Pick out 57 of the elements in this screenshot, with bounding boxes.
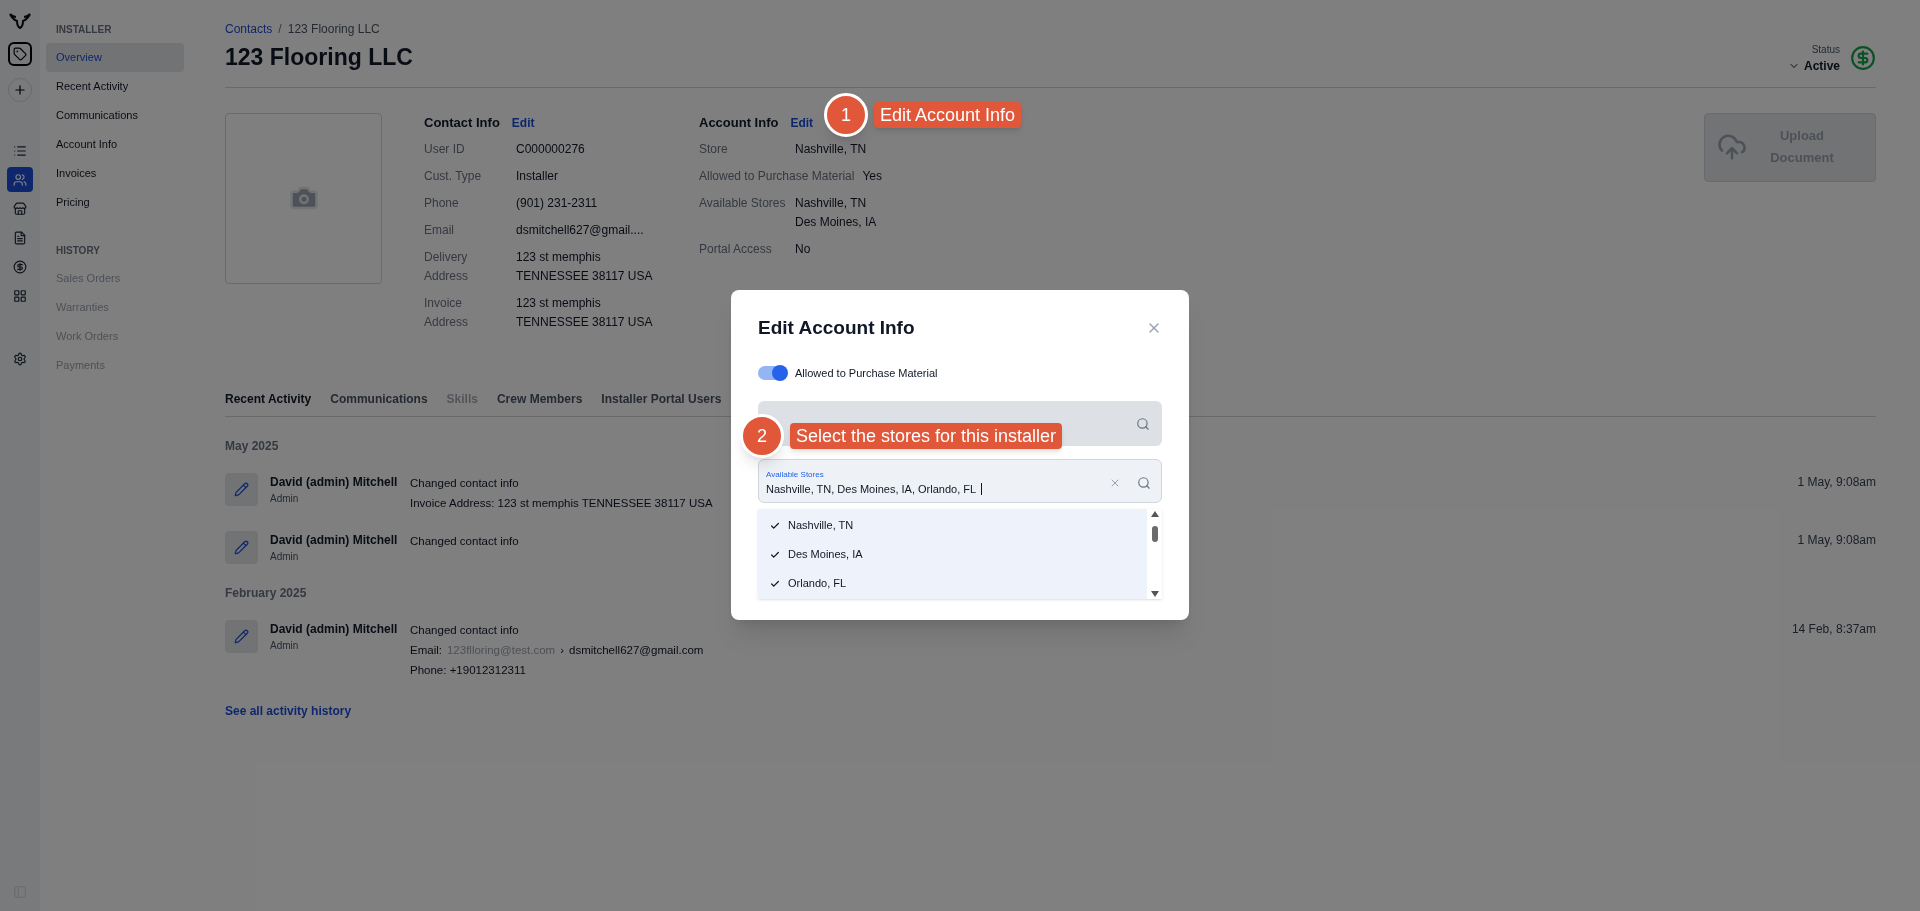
breadcrumb-current: 123 Flooring LLC — [287, 21, 380, 38]
field-value: Installer — [516, 168, 559, 185]
user-role: Admin — [270, 550, 300, 564]
step-number-tooltip: 1 — [824, 93, 868, 137]
field-label: User ID — [424, 141, 466, 158]
activity-time: 14 Feb, 8:37am — [1791, 621, 1876, 638]
field-label: Email — [424, 222, 455, 239]
change-arrow: › — [560, 643, 564, 658]
user-name: David (admin) Mitchell — [270, 532, 399, 549]
page-title: 123 Flooring LLC — [225, 43, 413, 72]
field-label: Portal Access — [699, 241, 773, 258]
new-value: dsmitchell627@gmail.com — [569, 643, 704, 658]
field-value: No — [795, 241, 811, 258]
callout-tooltip: Select the stores for this installer — [790, 423, 1063, 449]
callout-tooltip: Edit Account Info — [874, 102, 1022, 128]
toggle-label: Allowed to Purchase Material — [795, 365, 938, 381]
dialog-title: Edit Account Info — [758, 316, 915, 340]
activity-text: Phone: +19012312311 — [410, 663, 526, 678]
user-role: Admin — [270, 492, 300, 506]
field-value: Des Moines, IA — [795, 214, 877, 231]
section-heading: HISTORY — [55, 244, 101, 258]
field-value: TENNESSEE 38117 USA — [516, 314, 653, 331]
field-value: C000000276 — [516, 141, 585, 158]
activity-time: 1 May, 9:08am — [1797, 532, 1876, 549]
activity-time: 1 May, 9:08am — [1797, 474, 1876, 491]
field-label: Allowed to Purchase Material — [699, 168, 855, 185]
user-name: David (admin) Mitchell — [270, 474, 399, 491]
month-heading: February 2025 — [225, 585, 307, 602]
field-floating-label: Available Stores — [766, 468, 825, 481]
field-label: Phone — [424, 195, 460, 212]
field-value: Yes — [862, 168, 882, 185]
field-value: TENNESSEE 38117 USA — [516, 268, 653, 285]
field-value: 123 st memphis — [516, 249, 602, 266]
field-label: Invoice Address — [424, 295, 470, 331]
field-value: Nashville, TN — [795, 195, 868, 212]
breadcrumb-separator: / — [278, 21, 282, 38]
section-title: Contact Info — [424, 113, 500, 132]
activity-text: Changed contact info — [410, 534, 519, 549]
field-value: (901) 231-2311 — [516, 195, 598, 212]
field-label: Store — [699, 141, 729, 158]
status-label: Status — [1811, 42, 1840, 57]
activity-text: Changed contact info — [410, 476, 519, 491]
field-label: Available Stores — [699, 195, 787, 212]
user-role: Admin — [270, 639, 300, 653]
field-value: 123 st memphis — [516, 295, 602, 312]
month-heading: May 2025 — [225, 438, 279, 455]
change-label: Email: — [410, 643, 442, 658]
field-value: Nashville, TN, Des Moines, IA, Orlando, FL — [766, 480, 1109, 498]
section-title: Account Info — [699, 113, 779, 132]
field-value: Nashville, TN — [795, 141, 867, 158]
activity-text: Changed contact info — [410, 623, 519, 638]
field-value: dsmitchell627@gmail.... — [516, 222, 644, 239]
user-name: David (admin) Mitchell — [270, 621, 399, 638]
field-label: Cust. Type — [424, 168, 483, 185]
activity-text: Invoice Address: 123 st memphis TENNESSEE 38117 USA — [410, 496, 713, 511]
field-label: Delivery Address — [424, 249, 470, 285]
section-heading: INSTALLER — [55, 23, 113, 37]
